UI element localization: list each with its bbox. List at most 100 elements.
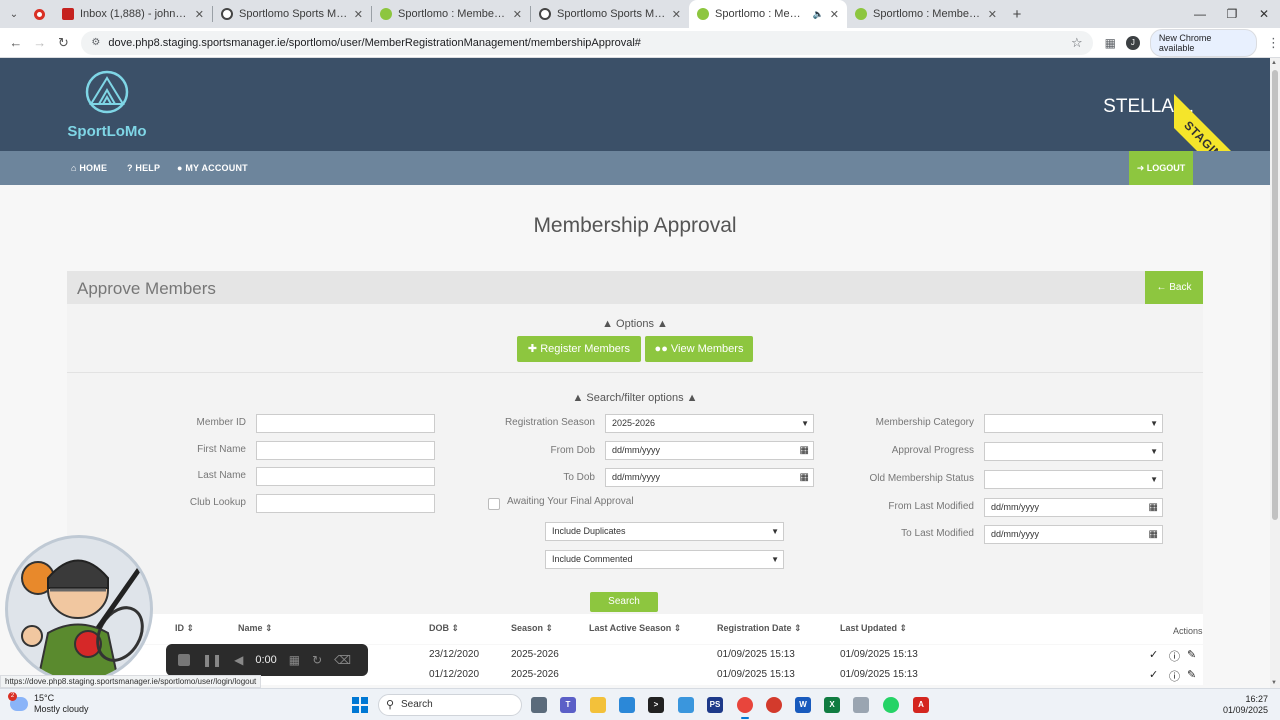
tab-member-registration-active[interactable]: Sportlomo : Member Registration 🔈 ✕ — [689, 0, 847, 28]
remote-desktop-icon[interactable] — [678, 697, 694, 713]
close-window-icon[interactable]: ✕ — [1248, 0, 1280, 28]
logout-button[interactable]: ➜ LOGOUT — [1129, 151, 1193, 185]
speaker-icon[interactable]: 🔈 — [813, 9, 824, 20]
scroll-down-icon[interactable]: ▼ — [1271, 680, 1277, 686]
reload-icon[interactable]: ↻ — [52, 35, 76, 51]
search-filter-toggle[interactable]: ▲ Search/filter options ▲ — [67, 392, 1203, 404]
chrome-menu-icon[interactable]: ⋮ — [1267, 35, 1280, 51]
column-season[interactable]: Season ⇕ — [511, 623, 553, 634]
registration-season-select[interactable]: 2025-2026 ▼ — [605, 414, 814, 433]
old-membership-status-select[interactable]: ▼ — [984, 470, 1163, 489]
calendar-icon[interactable]: ▦ — [800, 442, 809, 459]
grid-icon[interactable]: ▦ — [289, 653, 300, 667]
trash-icon[interactable]: ⌫ — [334, 653, 351, 667]
profile-avatar[interactable]: J — [1126, 35, 1140, 50]
photos-icon[interactable] — [619, 697, 635, 713]
search-button[interactable]: Search — [590, 592, 658, 612]
bookmark-star-icon[interactable]: ☆ — [1071, 35, 1083, 51]
awaiting-approval-checkbox[interactable] — [488, 498, 500, 510]
close-icon[interactable]: ✕ — [672, 8, 681, 21]
calendar-icon[interactable]: ▦ — [1149, 499, 1158, 516]
column-dob[interactable]: DOB ⇕ — [429, 623, 459, 634]
windows-start-icon[interactable] — [352, 697, 368, 713]
to-last-modified-input[interactable]: dd/mm/yyyy ▦ — [984, 525, 1163, 544]
terminal-icon[interactable]: > — [648, 697, 664, 713]
page-scrollbar[interactable]: ▲ ▼ — [1270, 58, 1280, 688]
close-icon[interactable]: ✕ — [513, 8, 522, 21]
extensions-puzzle-icon[interactable]: ▦ — [1105, 36, 1116, 50]
minimize-icon[interactable]: — — [1184, 0, 1216, 28]
stop-recording-icon[interactable] — [178, 654, 190, 666]
chrome-profile-icon[interactable] — [766, 697, 782, 713]
club-lookup-input[interactable] — [256, 494, 435, 513]
sportlomo-logo[interactable]: SportLoMo — [64, 70, 150, 140]
commented-select[interactable]: Include Commented ▼ — [545, 550, 784, 569]
nav-help[interactable]: ? HELP — [127, 151, 160, 185]
tab-gmail[interactable]: Inbox (1,888) - johnjoelee@gmail.com ✕ — [54, 0, 212, 28]
last-name-input[interactable] — [256, 467, 435, 486]
edit-icon[interactable]: ✎ — [1187, 668, 1196, 681]
excel-icon[interactable]: X — [824, 697, 840, 713]
from-dob-input[interactable]: dd/mm/yyyy ▦ — [605, 441, 814, 460]
nav-my-account[interactable]: ● MY ACCOUNT — [177, 151, 248, 185]
forward-arrow-icon[interactable]: → — [28, 35, 52, 50]
calendar-icon[interactable]: ▦ — [1149, 526, 1158, 543]
tab-recording[interactable] — [28, 0, 54, 28]
back-button[interactable]: ← Back — [1145, 271, 1203, 304]
column-id[interactable]: ID ⇕ — [175, 623, 194, 634]
column-last-updated[interactable]: Last Updated ⇕ — [840, 623, 907, 634]
site-info-icon[interactable]: ⚙ — [91, 37, 100, 48]
restart-icon[interactable]: ↻ — [312, 653, 322, 667]
app-icon[interactable] — [853, 697, 869, 713]
chrome-icon[interactable] — [737, 697, 753, 719]
url-text[interactable]: dove.php8.staging.sportsmanager.ie/sport… — [108, 37, 1071, 49]
nav-home[interactable]: ⌂ HOME — [71, 151, 107, 185]
info-icon[interactable]: ⓘ — [1169, 668, 1180, 684]
info-icon[interactable]: ⓘ — [1169, 648, 1180, 664]
scroll-up-icon[interactable]: ▲ — [1271, 60, 1277, 66]
close-icon[interactable]: ✕ — [195, 8, 204, 21]
edit-icon[interactable]: ✎ — [1187, 648, 1196, 661]
close-icon[interactable]: ✕ — [354, 8, 363, 21]
back-arrow-icon[interactable]: ← — [4, 35, 28, 50]
whatsapp-icon[interactable] — [883, 697, 899, 713]
weather-widget[interactable]: 2 15°C Mostly cloudy — [8, 692, 89, 715]
column-name[interactable]: Name ⇕ — [238, 623, 273, 634]
tab-member-registration-1[interactable]: Sportlomo : Member Registration ✕ — [372, 0, 530, 28]
column-last-active-season[interactable]: Last Active Season ⇕ — [589, 623, 681, 634]
new-chrome-available-button[interactable]: New Chrome available — [1149, 28, 1258, 57]
options-toggle[interactable]: ▲ Options ▲ — [67, 318, 1203, 330]
new-tab-plus-icon[interactable]: + — [1005, 6, 1029, 23]
pause-icon[interactable]: ❚❚ — [202, 653, 222, 667]
view-members-button[interactable]: ●● View Members — [645, 336, 753, 362]
membership-category-select[interactable]: ▼ — [984, 414, 1163, 433]
member-id-input[interactable] — [256, 414, 435, 433]
approve-check-icon[interactable]: ✓ — [1149, 668, 1158, 681]
approval-progress-select[interactable]: ▼ — [984, 442, 1163, 461]
approve-check-icon[interactable]: ✓ — [1149, 648, 1158, 661]
to-dob-input[interactable]: dd/mm/yyyy ▦ — [605, 468, 814, 487]
duplicates-select[interactable]: Include Duplicates ▼ — [545, 522, 784, 541]
tab-membership-registration[interactable]: Sportlomo : Membership Registration ✕ — [847, 0, 1005, 28]
close-icon[interactable]: ✕ — [830, 8, 839, 21]
first-name-input[interactable] — [256, 441, 435, 460]
file-explorer-icon[interactable] — [590, 697, 606, 713]
column-registration-date[interactable]: Registration Date ⇕ — [717, 623, 802, 634]
tab-sports-manager-2[interactable]: Sportlomo Sports Manager ✕ — [531, 0, 689, 28]
scrollbar-thumb[interactable] — [1272, 70, 1278, 520]
acrobat-icon[interactable]: A — [913, 697, 929, 713]
rewind-icon[interactable]: ◀ — [234, 653, 243, 667]
tab-sports-manager-1[interactable]: Sportlomo Sports Manager ✕ — [213, 0, 371, 28]
word-icon[interactable]: W — [795, 697, 811, 713]
system-clock[interactable]: 16:27 01/09/2025 — [1223, 694, 1268, 716]
calendar-icon[interactable]: ▦ — [800, 469, 809, 486]
restore-icon[interactable]: ❐ — [1216, 0, 1248, 28]
from-last-modified-input[interactable]: dd/mm/yyyy ▦ — [984, 498, 1163, 517]
task-view-icon[interactable] — [531, 697, 547, 713]
teams-icon[interactable]: T — [560, 697, 576, 713]
taskbar-search[interactable]: ⚲ Search — [378, 694, 522, 716]
omnibox[interactable]: ⚙ dove.php8.staging.sportsmanager.ie/spo… — [81, 30, 1093, 55]
register-members-button[interactable]: ✚ Register Members — [517, 336, 641, 362]
tab-search-chevron-icon[interactable]: ⌄ — [0, 9, 28, 20]
powershell-icon[interactable]: PS — [707, 697, 723, 713]
